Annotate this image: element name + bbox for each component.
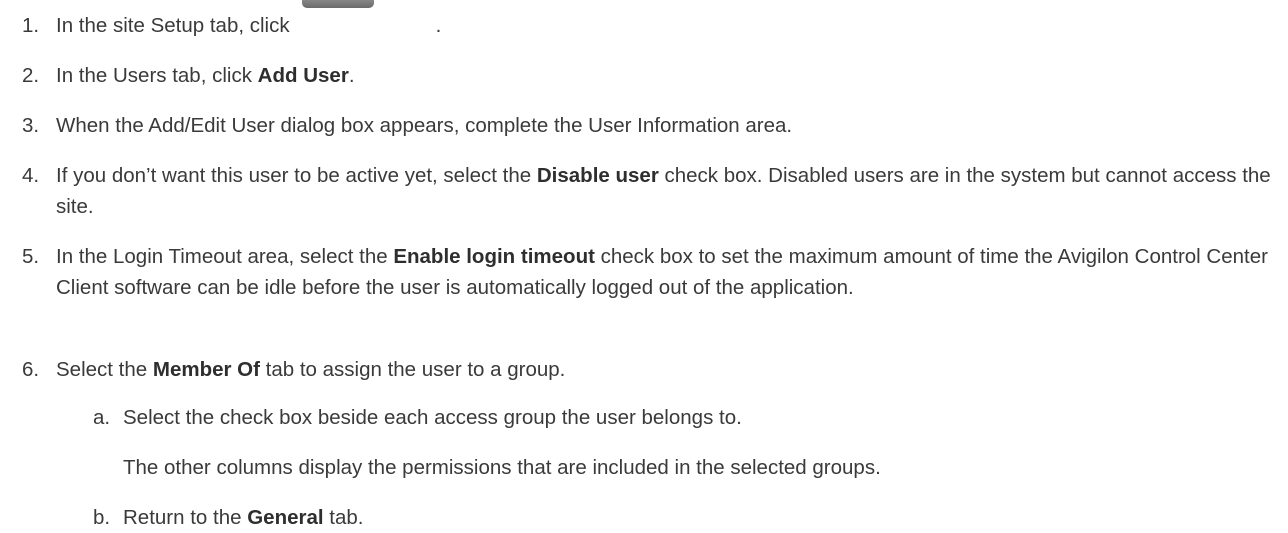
substep-text: Return to the General tab. [123, 502, 1283, 533]
step-text-part: In the Login Timeout area, select the [56, 245, 394, 268]
ui-label-add-user: Add User [257, 64, 349, 87]
step-text-part: . [348, 64, 355, 87]
setup-users-button-icon [301, 0, 374, 13]
step-text: When the Add/Edit User dialog box appear… [56, 114, 793, 137]
ui-label-member-of: Member Of [152, 358, 260, 381]
step-text-part: Return to the [123, 506, 248, 529]
step-number: 4. [22, 164, 40, 187]
step-text-part: . [435, 14, 442, 37]
ui-label-enable-login-timeout: Enable login timeout [393, 245, 595, 268]
substep-letter: b. [93, 506, 111, 529]
step-number: 6. [22, 358, 40, 381]
substep-letter: a. [93, 406, 111, 429]
step-text: In the Login Timeout area, select the En… [56, 241, 1286, 303]
substep-text: Select the check box beside each access … [123, 406, 742, 429]
step-number: 3. [22, 114, 40, 137]
step-text-part: In the Users tab, click [56, 64, 258, 87]
step-text-part: If you don’t want this user to be active… [56, 164, 537, 187]
ui-label-general: General [247, 506, 324, 529]
step-number: 2. [22, 64, 40, 87]
step-number: 1. [22, 14, 40, 37]
step-text-part: In the site Setup tab, click [56, 14, 290, 37]
step-text: If you don’t want this user to be active… [56, 160, 1271, 222]
step-number: 5. [22, 245, 40, 268]
ui-label-disable-user: Disable user [536, 164, 659, 187]
step-text: In the site Setup tab, click. [56, 0, 1282, 41]
step-text-part: tab to assign the user to a group. [259, 358, 566, 381]
step-text: Select the Member Of tab to assign the u… [56, 354, 1282, 385]
step-text: In the Users tab, click Add User. [56, 60, 1282, 91]
step-text-part: tab. [323, 506, 364, 529]
substep-a-note: The other columns display the permission… [123, 456, 881, 479]
step-text-part: Select the [56, 358, 153, 381]
